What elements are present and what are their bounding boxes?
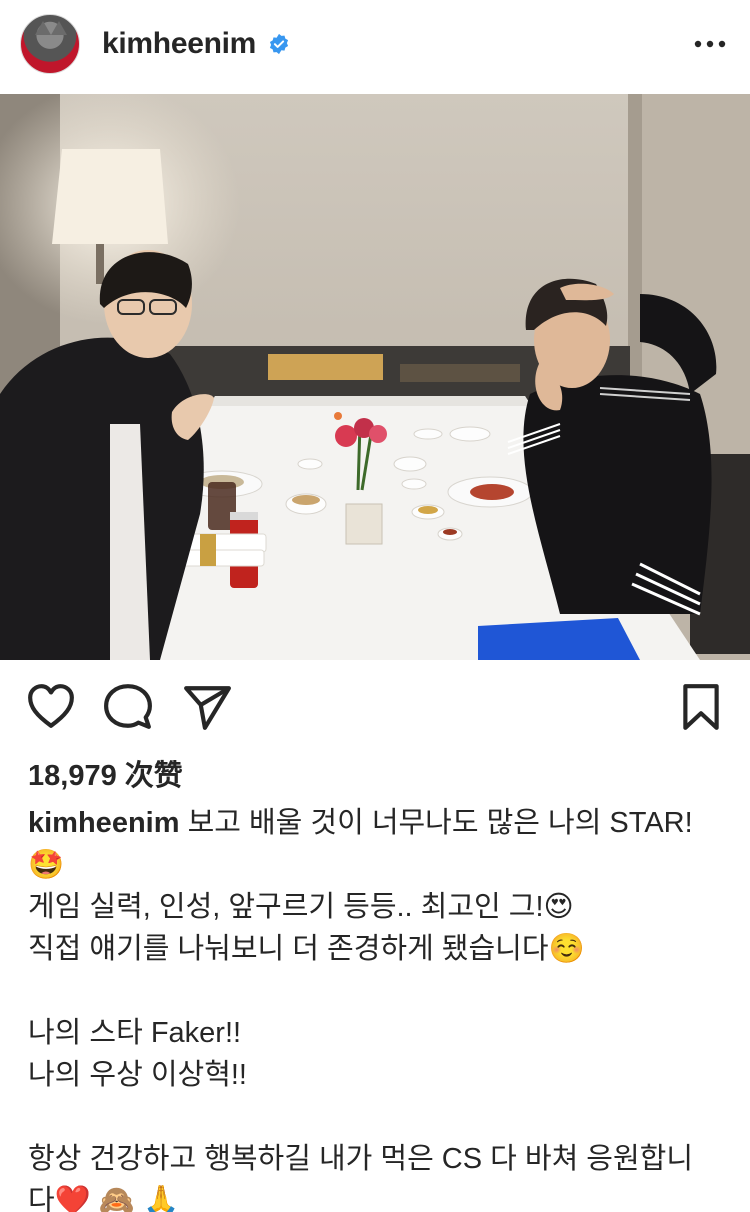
caption-text-line7: 항상 건강하고 행복하길 내가 먹은 CS 다 바쳐 응원합니 [28,1143,694,1175]
photo-illustration [0,94,750,660]
more-options-icon[interactable] [690,30,730,58]
bookmark-icon[interactable] [676,682,726,732]
heart-icon[interactable] [26,682,76,732]
likes-count[interactable]: 18,979 次赞 [28,752,183,794]
post-caption: kimheenim 보고 배울 것이 너무나도 많은 나의 STAR! 🤩 게임… [28,802,728,1212]
post-actions [0,660,750,752]
comment-icon[interactable] [103,682,153,732]
post-photo[interactable] [0,94,750,660]
caption-first-line: kimheenim 보고 배울 것이 너무나도 많은 나의 STAR! [28,802,728,844]
verified-badge-icon [269,33,289,55]
caption-text-line4: 직접 얘기를 나눠보니 더 존경하게 됐습니다☺️ [28,933,585,965]
caption-text-line1: 보고 배울 것이 너무나도 많은 나의 STAR! [187,807,693,839]
post-header: kimheenim [0,0,750,92]
caption-emoji-line: 🤩 [28,849,65,881]
caption-text-line5: 나의 스타 Faker!! [28,1017,242,1049]
send-icon[interactable] [182,682,232,732]
avatar[interactable] [20,14,80,74]
caption-text-line8: 다❤️ 🙈 🙏 [28,1185,180,1212]
caption-text-line6: 나의 우상 이상혁!! [28,1059,247,1091]
caption-text-line3: 게임 실력, 인성, 앞구르기 등등.. 최고인 그!😍 [28,891,574,923]
username[interactable]: kimheenim [102,27,256,61]
caption-username[interactable]: kimheenim [28,807,180,839]
